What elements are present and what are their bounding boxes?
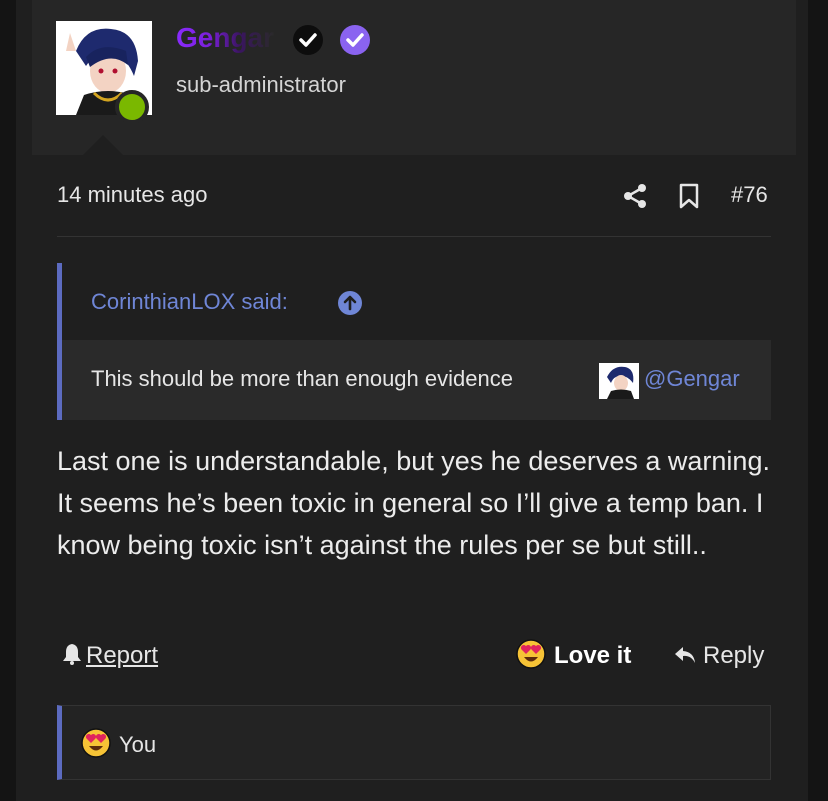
arrow-up-circle-icon[interactable] (337, 290, 363, 316)
divider (57, 236, 771, 237)
user-title: sub-administrator (176, 72, 346, 97)
love-it-button[interactable]: Love it (516, 639, 631, 670)
reactions-summary[interactable]: You (81, 728, 156, 758)
post-body: Last one is understandable, but yes he d… (57, 446, 770, 560)
heart-eyes-icon (516, 639, 546, 669)
mention-avatar (599, 363, 639, 399)
share-icon[interactable] (623, 183, 647, 209)
quote-body: This should be more than enough evidence… (62, 340, 771, 420)
reply-button[interactable]: Reply (673, 642, 764, 670)
staff-badge-icon (293, 25, 323, 55)
quote-block: CorinthianLOX said: This should be more … (57, 263, 771, 420)
report-button[interactable]: Report (62, 642, 158, 670)
card-arrow (83, 135, 123, 155)
love-it-label: Love it (554, 642, 632, 669)
bookmark-icon[interactable] (679, 183, 699, 209)
reply-label: Reply (703, 642, 765, 669)
post-number[interactable]: #76 (731, 182, 768, 208)
verified-icon (340, 25, 370, 55)
quote-text: This should be more than enough evidence (91, 366, 513, 391)
report-label: Report (86, 642, 159, 669)
user-mention-link[interactable]: @Gengar (644, 366, 740, 392)
bell-icon (63, 644, 81, 665)
reactions-bar[interactable]: You (57, 705, 771, 780)
quote-header: CorinthianLOX said: (62, 263, 771, 340)
reactions-text: You (119, 732, 157, 757)
quote-author-link[interactable]: CorinthianLOX said: (91, 289, 288, 315)
reply-icon (675, 647, 695, 663)
heart-eyes-icon (81, 728, 111, 758)
post-timestamp[interactable]: 14 minutes ago (57, 182, 207, 208)
username[interactable]: Gengar (176, 22, 274, 54)
online-status-indicator (115, 90, 149, 124)
